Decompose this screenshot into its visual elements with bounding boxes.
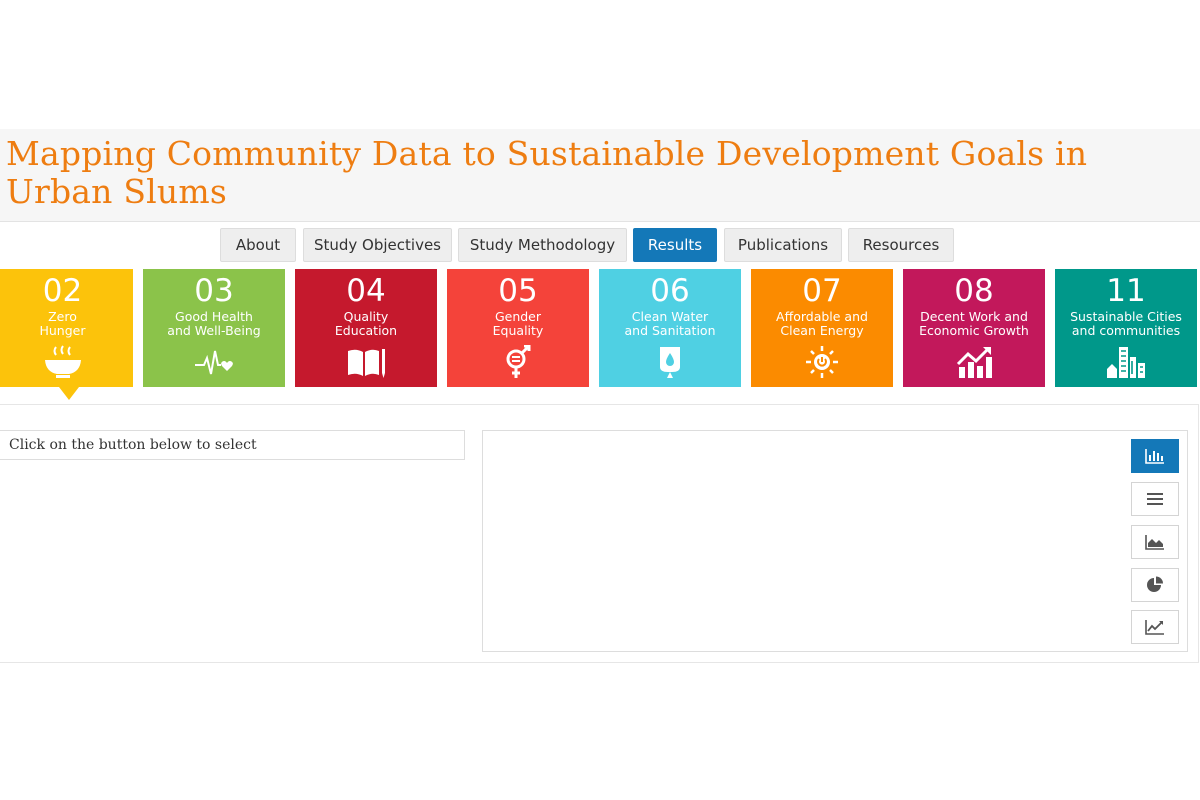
goal-label: Decent Work and Economic Growth — [905, 310, 1043, 337]
tab-results[interactable]: Results — [633, 228, 717, 262]
main-nav: About Study Objectives Study Methodology… — [0, 228, 1200, 264]
goal-tile-06[interactable]: 06 Clean Water and Sanitation — [599, 269, 741, 387]
tab-study-objectives[interactable]: Study Objectives — [303, 228, 452, 262]
goal-number: 05 — [498, 273, 538, 309]
goal-label: Gender Equality — [449, 310, 587, 337]
tab-label: Resources — [862, 236, 940, 254]
area-chart-button[interactable] — [1131, 525, 1179, 559]
goal-tile-02[interactable]: 02 Zero Hunger — [0, 269, 133, 387]
goal-number: 02 — [42, 273, 83, 309]
goal-tile-03[interactable]: 03 Good Health and Well-Being — [143, 269, 285, 387]
goal-label-line2: Hunger — [39, 322, 86, 338]
tab-label: Results — [647, 236, 703, 254]
goal-label: Sustainable Cities and communities — [1057, 310, 1195, 337]
goal-tile-05[interactable]: 05 Gender Equality — [447, 269, 589, 387]
goal-tile-08[interactable]: 08 Decent Work and Economic Growth — [903, 269, 1045, 387]
tab-label: Publications — [737, 236, 829, 254]
list-icon — [1147, 493, 1163, 505]
goal-label-line2: and Sanitation — [624, 322, 716, 338]
goal-label: Clean Water and Sanitation — [601, 310, 739, 337]
goal-number: 11 — [1106, 273, 1146, 309]
goal-label: Good Health and Well-Being — [145, 310, 283, 337]
area-chart-icon — [1145, 535, 1164, 550]
heartbeat-icon — [195, 350, 233, 375]
sun-power-icon — [806, 346, 838, 378]
tab-label: Study Objectives — [313, 236, 442, 254]
goal-number: 07 — [802, 273, 842, 309]
goal-tile-04[interactable]: 04 Quality Education — [295, 269, 437, 387]
goal-tile-11[interactable]: 11 Sustainable Cities and communities — [1055, 269, 1197, 387]
header: Mapping Community Data to Sustainable De… — [0, 129, 1200, 222]
goal-label-line2: Clean Energy — [780, 322, 864, 338]
selected-goal-pointer — [59, 387, 79, 400]
pie-chart-button[interactable] — [1131, 568, 1179, 602]
goal-number: 03 — [194, 273, 234, 309]
bowl-icon — [44, 345, 81, 378]
goal-indicator-select[interactable]: Click on the button below to select — [0, 430, 465, 460]
city-icon — [1107, 347, 1145, 378]
goal-label-line2: and communities — [1071, 322, 1181, 338]
book-icon — [348, 349, 385, 378]
goal-label-line2: Education — [334, 322, 398, 338]
water-icon — [660, 347, 680, 378]
pie-chart-icon — [1147, 576, 1163, 592]
goal-label: Zero Hunger — [0, 310, 131, 337]
line-chart-icon — [1145, 620, 1164, 635]
goal-label: Affordable and Clean Energy — [753, 310, 891, 337]
tab-label: Study Methodology — [469, 236, 616, 254]
bar-chart-button[interactable] — [1131, 439, 1179, 473]
chart-area — [482, 430, 1188, 652]
goal-number: 08 — [954, 273, 994, 309]
line-chart-button[interactable] — [1131, 610, 1179, 644]
goal-number: 04 — [346, 273, 386, 309]
tab-publications[interactable]: Publications — [724, 228, 842, 262]
tab-study-methodology[interactable]: Study Methodology — [458, 228, 627, 262]
list-button[interactable] — [1131, 482, 1179, 516]
page-title: Mapping Community Data to Sustainable De… — [6, 134, 1088, 211]
goal-tile-07[interactable]: 07 Affordable and Clean Energy — [751, 269, 893, 387]
tab-about[interactable]: About — [220, 228, 296, 262]
goal-label: Quality Education — [297, 310, 435, 337]
gender-icon — [506, 345, 531, 378]
growth-chart-icon — [956, 347, 992, 378]
tab-label: About — [235, 236, 281, 254]
goal-label-line2: Equality — [492, 322, 544, 338]
bar-chart-icon — [1145, 449, 1164, 464]
goal-label-line2: and Well-Being — [167, 322, 261, 338]
goal-label-line2: Economic Growth — [919, 322, 1029, 338]
goal-number: 06 — [650, 273, 690, 309]
tab-resources[interactable]: Resources — [848, 228, 954, 262]
